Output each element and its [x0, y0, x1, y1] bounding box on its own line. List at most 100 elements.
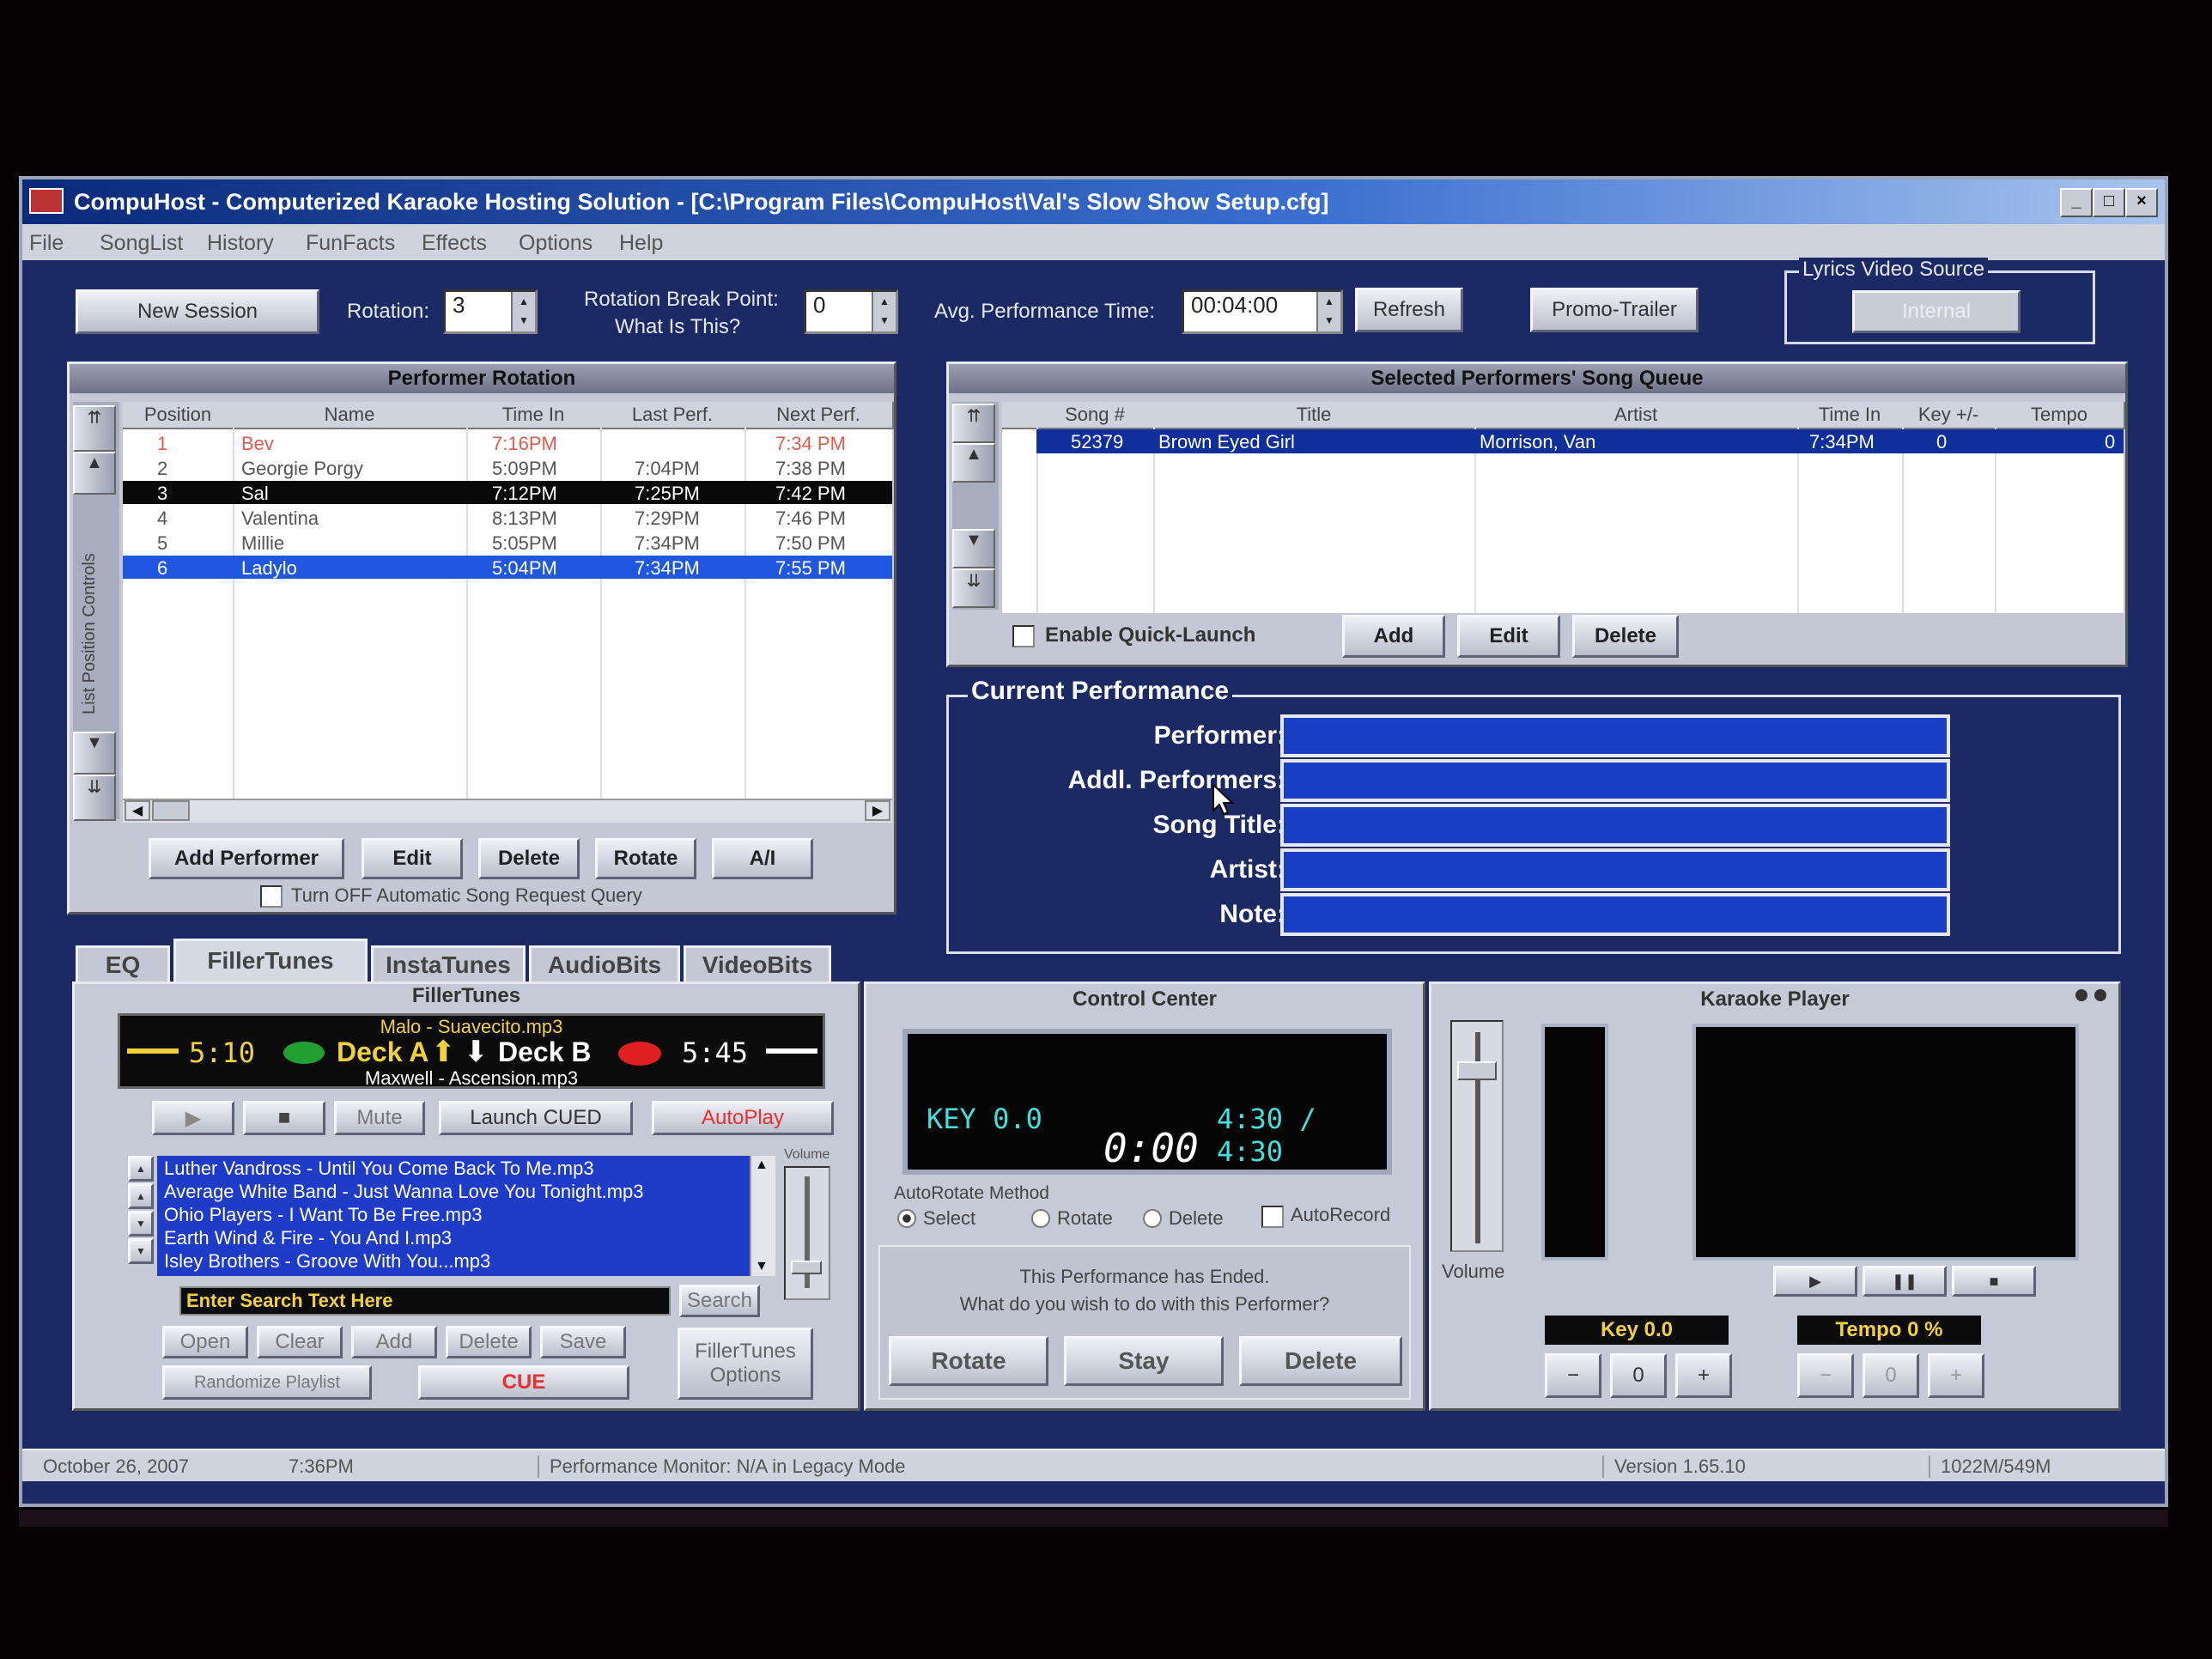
player-stop-button[interactable]: ■ — [1952, 1266, 2036, 1297]
list-item[interactable]: Ohio Players - I Want To Be Free.mp3 — [164, 1204, 482, 1226]
player-pause-button[interactable]: ❚❚ — [1863, 1266, 1947, 1297]
player-close-icon[interactable] — [2094, 989, 2106, 1001]
maximize-button[interactable]: □ — [2093, 188, 2125, 217]
list-item[interactable]: Earth Wind & Fire - You And I.mp3 — [164, 1227, 452, 1249]
refresh-button[interactable]: Refresh — [1355, 288, 1463, 332]
player-play-button[interactable]: ▶ — [1773, 1266, 1857, 1297]
tab-videobits[interactable]: VideoBits — [684, 945, 831, 983]
col-artist[interactable]: Artist — [1474, 402, 1799, 429]
col-position[interactable]: Position — [123, 402, 234, 429]
scroll-up-icon[interactable]: ▲ — [755, 1158, 769, 1173]
playlist-bottom-icon[interactable]: ▼ — [128, 1238, 154, 1264]
tab-audiobits[interactable]: AudioBits — [529, 945, 680, 983]
arrow-down-icon[interactable]: ⬇ — [464, 1035, 489, 1069]
method-rotate-radio[interactable] — [1031, 1209, 1050, 1228]
new-session-button[interactable]: New Session — [76, 289, 319, 334]
queue-delete-button[interactable]: Delete — [1572, 615, 1679, 658]
rotation-spinner[interactable]: 3 ▲ ▼ — [443, 289, 538, 334]
move-top-icon[interactable]: ⇈ — [73, 405, 116, 452]
player-volume-thumb[interactable] — [1457, 1060, 1497, 1080]
spinner-arrows-icon[interactable]: ▲ ▼ — [511, 292, 535, 331]
col-time-in[interactable]: Time In — [466, 402, 602, 429]
tempo-reset-button[interactable]: 0 — [1863, 1353, 1919, 1398]
menu-funfacts[interactable]: FunFacts — [306, 231, 395, 256]
launch-cued-button[interactable]: Launch CUED — [439, 1101, 633, 1135]
scroll-thumb[interactable] — [152, 800, 190, 821]
table-row[interactable]: 2 Georgie Porgy 5:09PM 7:04PM 7:38 PM — [123, 456, 892, 479]
spinner-arrows-icon[interactable]: ▲ ▼ — [872, 292, 896, 331]
what-is-this-link[interactable]: What Is This? — [615, 315, 740, 339]
playlist-down-icon[interactable]: ▼ — [128, 1211, 154, 1237]
delete-performer-button[interactable]: Delete — [478, 838, 580, 879]
player-volume-slider[interactable] — [1450, 1020, 1504, 1252]
col-name[interactable]: Name — [233, 402, 468, 429]
queue-row[interactable]: 52379 Brown Eyed Girl Morrison, Van 7:34… — [1036, 429, 2124, 453]
col-queue-time-in[interactable]: Time In — [1797, 402, 1904, 429]
tab-fillertunes[interactable]: FillerTunes — [173, 939, 368, 983]
avg-time-spinner[interactable]: 00:04:00 ▲ ▼ — [1182, 289, 1343, 334]
filler-playlist[interactable]: Luther Vandross - Until You Come Back To… — [157, 1156, 750, 1276]
cue-button[interactable]: CUE — [418, 1365, 629, 1400]
minimize-button[interactable]: _ — [2060, 188, 2093, 217]
arrow-up-icon[interactable]: ⬆ — [431, 1035, 456, 1069]
close-button[interactable]: × — [2125, 188, 2158, 217]
table-row[interactable]: 1 Bev 7:16PM 7:34 PM — [123, 431, 892, 454]
autorecord-checkbox[interactable] — [1261, 1206, 1284, 1228]
move-bottom-icon[interactable]: ⇊ — [73, 775, 116, 821]
list-item[interactable]: Isley Brothers - Groove With You...mp3 — [164, 1250, 490, 1273]
randomize-playlist-button[interactable]: Randomize Playlist — [162, 1365, 372, 1400]
key-down-button[interactable]: − — [1545, 1353, 1601, 1398]
queue-move-top-icon[interactable]: ⇈ — [952, 404, 995, 443]
break-point-spinner[interactable]: 0 ▲ ▼ — [804, 289, 898, 334]
addl-performers-field[interactable] — [1280, 759, 1950, 802]
move-up-icon[interactable]: ▲ — [73, 452, 116, 495]
filler-search-input[interactable]: Enter Search Text Here — [179, 1286, 671, 1316]
cc-stay-button[interactable]: Stay — [1064, 1336, 1224, 1386]
performer-field[interactable] — [1280, 714, 1950, 757]
filler-volume-thumb[interactable] — [791, 1261, 822, 1274]
promo-trailer-button[interactable]: Promo-Trailer — [1530, 288, 1698, 332]
queue-add-button[interactable]: Add — [1342, 615, 1445, 658]
scroll-down-icon[interactable]: ▼ — [755, 1259, 769, 1274]
col-key[interactable]: Key +/- — [1902, 402, 1996, 429]
player-minimize-icon[interactable] — [2075, 989, 2087, 1001]
filler-delete-button[interactable]: Delete — [446, 1326, 532, 1358]
filler-options-button[interactable]: FillerTunes Options — [678, 1328, 813, 1400]
edit-performer-button[interactable]: Edit — [362, 838, 463, 879]
filler-add-button[interactable]: Add — [351, 1326, 437, 1358]
col-last-perf[interactable]: Last Perf. — [600, 402, 746, 429]
menu-file[interactable]: File — [29, 231, 64, 256]
filler-play-button[interactable]: ▶ — [152, 1101, 234, 1135]
note-field[interactable] — [1280, 893, 1950, 936]
song-title-field[interactable] — [1280, 804, 1950, 847]
quick-launch-checkbox[interactable] — [1012, 625, 1035, 647]
queue-edit-button[interactable]: Edit — [1457, 615, 1560, 658]
table-row[interactable]: 6 Ladylo 5:04PM 7:34PM 7:55 PM — [123, 556, 892, 579]
move-down-icon[interactable]: ▼ — [73, 732, 116, 775]
menu-effects[interactable]: Effects — [422, 231, 487, 256]
filler-open-button[interactable]: Open — [162, 1326, 248, 1358]
queue-move-bottom-icon[interactable]: ⇊ — [952, 568, 995, 608]
artist-field[interactable] — [1280, 848, 1950, 891]
autoplay-button[interactable]: AutoPlay — [652, 1101, 834, 1135]
scroll-right-icon[interactable]: ▶ — [865, 800, 890, 821]
menu-help[interactable]: Help — [619, 231, 663, 256]
tempo-up-button[interactable]: + — [1928, 1353, 1984, 1398]
menu-options[interactable]: Options — [519, 231, 592, 256]
scroll-left-icon[interactable]: ◀ — [125, 800, 150, 821]
key-reset-button[interactable]: 0 — [1610, 1353, 1667, 1398]
list-item[interactable]: Luther Vandross - Until You Come Back To… — [164, 1158, 594, 1180]
list-item[interactable]: Average White Band - Just Wanna Love You… — [164, 1181, 644, 1203]
filler-stop-button[interactable]: ■ — [243, 1101, 325, 1135]
queue-move-up-icon[interactable]: ▲ — [952, 443, 995, 483]
queue-move-down-icon[interactable]: ▼ — [952, 529, 995, 568]
table-row[interactable]: 3 Sal 7:12PM 7:25PM 7:42 PM — [123, 481, 892, 504]
tempo-down-button[interactable]: − — [1797, 1353, 1854, 1398]
playlist-top-icon[interactable]: ▲ — [128, 1156, 154, 1182]
tab-instatunes[interactable]: InstaTunes — [371, 945, 526, 983]
col-song-number[interactable]: Song # — [1036, 402, 1155, 429]
horizontal-scrollbar[interactable]: ◀ ▶ — [123, 799, 892, 823]
cc-rotate-button[interactable]: Rotate — [889, 1336, 1048, 1386]
filler-save-button[interactable]: Save — [540, 1326, 626, 1358]
col-tempo[interactable]: Tempo — [1995, 402, 2125, 429]
